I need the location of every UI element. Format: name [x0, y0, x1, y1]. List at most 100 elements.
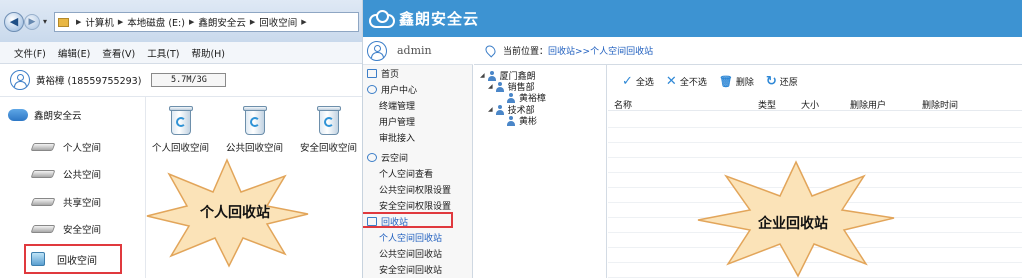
- sidebar-item-1[interactable]: 用户中心: [363, 81, 473, 97]
- select-all-label: 全选: [635, 77, 654, 88]
- sidebar-item-label: 终端管理: [379, 101, 416, 112]
- collapse-toggle-icon[interactable]: ◢: [488, 83, 493, 90]
- col-name[interactable]: 名称: [614, 98, 632, 111]
- tree-root-label: 鑫朗安全云: [34, 111, 82, 122]
- cross-icon: ✕: [665, 73, 677, 89]
- check-icon: ✓: [622, 73, 633, 89]
- sidebar-item-label: 个人空间查看: [379, 169, 434, 180]
- sidebar-item-11[interactable]: 公共空间回收站: [363, 245, 473, 261]
- sidebar-item-12[interactable]: 安全空间回收站: [363, 261, 473, 277]
- tree-item-shared[interactable]: 共享空间: [30, 192, 101, 212]
- crumb-computer[interactable]: 计算机: [85, 15, 114, 29]
- sidebar-item-2[interactable]: 终端管理: [363, 97, 473, 113]
- user-name: 黄裕樟 (18559755293): [36, 76, 142, 87]
- col-deleted-by[interactable]: 删除用户: [850, 98, 886, 111]
- sidebar-recycle-highlight: [363, 212, 453, 228]
- menu-help[interactable]: 帮助(H): [191, 46, 225, 60]
- recycle-table: ✓ 全选 ✕ 全不选 🗑 删除 ↻ 还原 名称 类型 大小 删除用户 删除时间 企业回收…: [608, 65, 1022, 278]
- tree-item-secure[interactable]: 安全空间: [30, 219, 102, 239]
- sidebar-item-5[interactable]: 云空间: [363, 149, 473, 165]
- crumb-separator-icon: ▶: [188, 18, 195, 26]
- address-box[interactable]: ▶ 计算机 ▶ 本地磁盘 (E:) ▶ 鑫朗安全云 ▶ 回收空间 ▶: [54, 12, 359, 32]
- sidebar-item-8[interactable]: 安全空间权限设置: [363, 197, 473, 213]
- crumb-drive[interactable]: 本地磁盘 (E:): [127, 15, 185, 29]
- cloud-logo-icon: [369, 9, 395, 28]
- location-label: 当前位置：: [503, 47, 549, 57]
- group-icon: [487, 70, 497, 81]
- file-personal-recycle[interactable]: 个人回收空间: [152, 106, 209, 154]
- table-row-line: [608, 127, 1022, 128]
- tree-item-personal[interactable]: 个人空间: [30, 137, 102, 157]
- user-bar: 黄裕樟 (18559755293) 5.7M/3G: [0, 64, 362, 97]
- tree-item-public[interactable]: 公共空间: [30, 164, 102, 184]
- col-size[interactable]: 大小: [801, 98, 819, 111]
- history-dropdown-icon[interactable]: ▾: [43, 17, 47, 26]
- sidebar-item-label: 公共空间权限设置: [379, 185, 452, 196]
- admin-name: admin: [397, 44, 432, 57]
- col-deleted-at[interactable]: 删除时间: [922, 98, 958, 111]
- crumb-recycle[interactable]: 回收空间: [259, 15, 297, 29]
- file-secure-recycle[interactable]: 安全回收空间: [300, 106, 357, 154]
- sidebar-item-10[interactable]: 个人空间回收站: [363, 229, 473, 245]
- menu-file[interactable]: 文件(F): [14, 46, 46, 60]
- menu-view[interactable]: 查看(V): [102, 46, 135, 60]
- trash-icon: 🗑: [718, 74, 733, 88]
- sidebar-item-3[interactable]: 用户管理: [363, 113, 473, 129]
- forward-button[interactable]: ▶: [24, 14, 40, 30]
- back-button[interactable]: ◀: [4, 12, 24, 32]
- sidebar-item-label: 用户管理: [379, 117, 416, 128]
- tree-item-recycle-highlight[interactable]: 回收空间: [24, 244, 122, 274]
- crumb-separator-icon: ▶: [249, 18, 256, 26]
- tree-item-label: 个人空间: [63, 143, 102, 154]
- col-type[interactable]: 类型: [758, 98, 776, 111]
- sidebar-item-label: 个人空间回收站: [379, 233, 443, 244]
- cloud-icon: [8, 109, 28, 121]
- table-header: 名称 类型 大小 删除用户 删除时间: [608, 97, 1022, 111]
- org-node-label: 黄彬: [519, 117, 538, 127]
- tree-item-label: 回收空间: [57, 255, 97, 267]
- recycle-bin-icon: [31, 252, 45, 266]
- menu-section-icon: [367, 68, 377, 78]
- explorer-window: ◀ ▶ ▾ ▶ 计算机 ▶ 本地磁盘 (E:) ▶ 鑫朗安全云 ▶ 回收空间 ▶…: [0, 0, 363, 278]
- drive-icon: [30, 143, 56, 151]
- sidebar-item-label: 云空间: [381, 153, 409, 164]
- admin-profile[interactable]: admin: [363, 37, 473, 65]
- org-node-user[interactable]: 黄彬: [506, 114, 537, 127]
- select-none-button[interactable]: ✕ 全不选: [666, 74, 707, 89]
- drive-icon: [30, 225, 56, 233]
- crumb-separator-icon: ▶: [76, 18, 82, 26]
- collapse-toggle-icon[interactable]: ◢: [480, 72, 485, 79]
- menu-edit[interactable]: 编辑(E): [58, 46, 90, 60]
- location-pin-icon: [483, 43, 498, 58]
- location-value[interactable]: 回收站>>个人空间回收站: [548, 44, 653, 57]
- table-toolbar: ✓ 全选 ✕ 全不选 🗑 删除 ↻ 还原: [608, 65, 1022, 97]
- admin-avatar-icon: [367, 40, 387, 61]
- sidebar-item-6[interactable]: 个人空间查看: [363, 165, 473, 181]
- tree-root[interactable]: 鑫朗安全云: [8, 108, 82, 122]
- crumb-cloud[interactable]: 鑫朗安全云: [198, 15, 246, 29]
- restore-button[interactable]: ↻ 还原: [766, 74, 798, 89]
- sidebar-item-0[interactable]: 首页: [363, 65, 473, 81]
- select-all-button[interactable]: ✓ 全选: [622, 74, 654, 89]
- breadcrumb: 当前位置： 回收站>>个人空间回收站: [474, 37, 1022, 65]
- brand-title: 鑫朗安全云: [399, 10, 480, 28]
- menu-bar: 文件(F) 编辑(E) 查看(V) 工具(T) 帮助(H): [0, 42, 362, 64]
- tree-item-label: 安全空间: [63, 225, 102, 236]
- table-row-line: [608, 157, 1022, 158]
- menu-section-icon: [367, 152, 377, 162]
- file-label: 公共回收空间: [226, 143, 284, 154]
- tree-item-label: 公共空间: [63, 170, 102, 181]
- delete-button[interactable]: 🗑 删除: [719, 75, 754, 88]
- sidebar-item-7[interactable]: 公共空间权限设置: [363, 181, 473, 197]
- sidebar-item-4[interactable]: 审批接入: [363, 129, 473, 145]
- sidebar-item-label: 安全空间权限设置: [379, 201, 452, 212]
- org-tree: ◢ 厦门鑫朗 ◢ 销售部 黄裕樟 ◢ 技术部 黄彬: [474, 65, 607, 278]
- collapse-toggle-icon[interactable]: ◢: [488, 106, 493, 113]
- sidebar-item-label: 首页: [381, 69, 400, 80]
- table-row-line: [608, 142, 1022, 143]
- menu-tools[interactable]: 工具(T): [147, 46, 179, 60]
- menu-section-icon: [367, 84, 377, 94]
- recycle-bin-icon: [242, 106, 268, 136]
- drive-icon: [30, 198, 56, 206]
- file-public-recycle[interactable]: 公共回收空间: [226, 106, 283, 154]
